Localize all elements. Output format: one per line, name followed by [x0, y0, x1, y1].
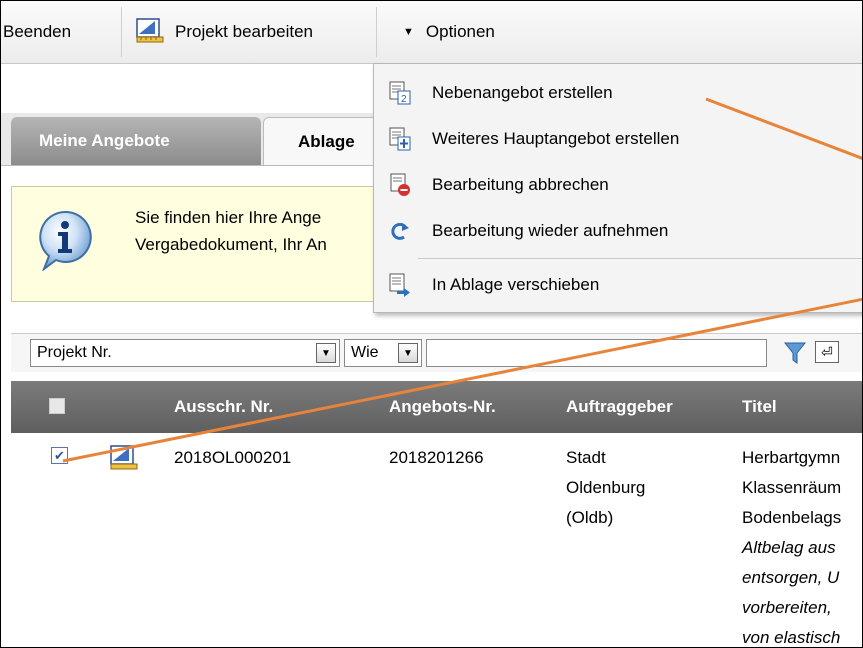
- caret-down-icon: ▼: [403, 26, 414, 38]
- menu-item-ablage-verschieben[interactable]: In Ablage verschieben: [374, 262, 862, 308]
- toolbar-separator: [376, 7, 377, 57]
- chevron-down-icon[interactable]: ▼: [316, 343, 336, 363]
- filter-operator-select[interactable]: Wie ▼: [344, 339, 422, 367]
- resume-icon: [388, 219, 412, 243]
- beenden-label: Beenden: [3, 22, 72, 41]
- menu-item-hauptangebot[interactable]: Weiteres Hauptangebot erstellen: [374, 116, 862, 162]
- svg-text:2: 2: [401, 94, 407, 105]
- toolbar-separator: [121, 7, 122, 57]
- projekt-edit-icon: [135, 16, 165, 49]
- column-header[interactable]: Ausschr. Nr.: [174, 397, 273, 417]
- select-all-checkbox[interactable]: [49, 398, 65, 414]
- cell-auftraggeber: Stadt Oldenburg (Oldb): [566, 443, 645, 533]
- optionen-label: Optionen: [425, 22, 495, 41]
- menu-item-label: Bearbeitung abbrechen: [432, 175, 609, 194]
- cell-line: von elastisch: [742, 628, 841, 647]
- chevron-down-icon[interactable]: ▼: [398, 343, 418, 363]
- row-checkbox[interactable]: ✔: [51, 447, 68, 464]
- filter-value-input[interactable]: [426, 339, 767, 367]
- menu-item-nebenangebot[interactable]: 2 Nebenangebot erstellen: [374, 70, 862, 116]
- cell-line: Herbartgymn: [742, 448, 841, 467]
- menu-item-label: In Ablage verschieben: [432, 275, 600, 294]
- column-header[interactable]: Angebots-Nr.: [389, 397, 496, 417]
- apply-filter-icon[interactable]: ⏎: [815, 341, 839, 363]
- menu-item-label: Weiteres Hauptangebot erstellen: [432, 129, 680, 148]
- projekt-bearbeiten-label: Projekt bearbeiten: [175, 22, 313, 41]
- toolbar: Beenden Projekt bearbeiten ▼ Optionen: [1, 1, 862, 64]
- cell-line: Oldenburg: [566, 478, 646, 497]
- menu-item-label: Bearbeitung wieder aufnehmen: [432, 221, 669, 240]
- cell-line: Klassenräum: [742, 478, 842, 497]
- projekt-bearbeiten-button[interactable]: Projekt bearbeiten: [135, 1, 313, 63]
- cell-titel: Herbartgymn Klassenräum Bodenbelags Altb…: [742, 443, 842, 647]
- app-window: Beenden Projekt bearbeiten ▼ Optionen Me…: [0, 0, 863, 648]
- cell-line: entsorgen, U: [742, 568, 840, 587]
- table-row: ✔ 2018OL000201 2018201266 Stadt Oldenbur…: [11, 433, 862, 647]
- filter-icon[interactable]: [783, 341, 807, 370]
- cell-line: vorbereiten,: [742, 598, 832, 617]
- info-icon: [36, 209, 94, 272]
- column-header[interactable]: Titel: [742, 397, 777, 417]
- info-text: Sie finden hier Ihre Ange Vergabedokumen…: [135, 204, 327, 258]
- info-line: Sie finden hier Ihre Ange: [135, 208, 322, 227]
- table-header: Ausschr. Nr. Angebots-Nr. Auftraggeber T…: [11, 381, 862, 433]
- projekt-edit-icon[interactable]: [109, 443, 139, 476]
- abbrechen-icon: [388, 173, 412, 197]
- ablage-icon: [388, 273, 412, 297]
- tab-label: Ablage: [298, 131, 355, 151]
- cell-ausschr-nr: 2018OL000201: [174, 448, 292, 467]
- menu-item-label: Nebenangebot erstellen: [432, 83, 613, 102]
- cell-line: Altbelag aus: [742, 538, 836, 557]
- beenden-button[interactable]: Beenden: [3, 1, 71, 63]
- hauptangebot-icon: [388, 127, 412, 151]
- tab-meine-angebote[interactable]: Meine Angebote: [11, 117, 261, 165]
- nebenangebot-icon: 2: [388, 81, 412, 105]
- cell-line: Stadt: [566, 448, 606, 467]
- cell-line: (Oldb): [566, 508, 614, 527]
- tab-label: Meine Angebote: [39, 131, 170, 150]
- optionen-menu-button[interactable]: ▼ Optionen: [403, 1, 495, 63]
- cell-angebots-nr: 2018201266: [389, 448, 484, 467]
- filter-field-value: Projekt Nr.: [37, 344, 112, 361]
- filter-operator-value: Wie: [351, 344, 379, 361]
- menu-item-wieder-aufnehmen[interactable]: Bearbeitung wieder aufnehmen: [374, 208, 862, 254]
- column-header[interactable]: Auftraggeber: [566, 397, 673, 417]
- info-line: Vergabedokument, Ihr An: [135, 235, 327, 254]
- filter-field-select[interactable]: Projekt Nr. ▼: [30, 339, 340, 367]
- menu-separator: [418, 258, 862, 259]
- optionen-dropdown-menu: 2 Nebenangebot erstellen Weiteres Haupta…: [373, 63, 862, 313]
- menu-item-abbrechen[interactable]: Bearbeitung abbrechen: [374, 162, 862, 208]
- cell-line: Bodenbelags: [742, 508, 842, 527]
- filter-row: Projekt Nr. ▼ Wie ▼ ⏎: [11, 333, 862, 372]
